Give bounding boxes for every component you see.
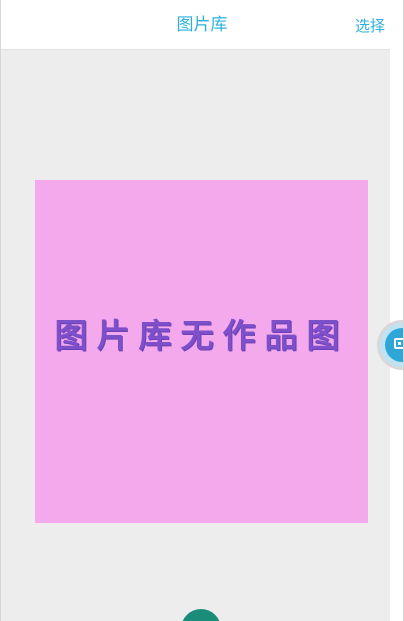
floating-button-core xyxy=(385,328,404,362)
select-button[interactable]: 选择 xyxy=(355,16,385,36)
empty-gallery-message: 图片库无作品图 xyxy=(54,315,349,355)
left-border xyxy=(0,0,1,621)
empty-gallery-placeholder: 图片库无作品图 xyxy=(35,180,368,523)
app-screen: 图片库 选择 图片库无作品图 xyxy=(0,0,404,621)
gallery-content-area: 图片库无作品图 xyxy=(1,50,390,621)
page-title: 图片库 xyxy=(176,15,228,35)
